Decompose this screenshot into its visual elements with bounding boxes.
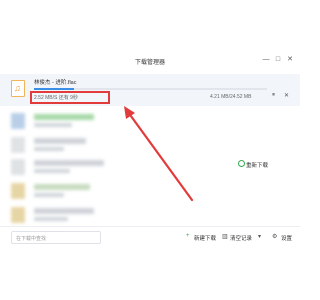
list-item[interactable]	[0, 202, 300, 228]
list-item[interactable]	[0, 108, 300, 134]
trash-icon[interactable]: ▥	[222, 233, 228, 240]
minimize-button[interactable]: —	[262, 56, 270, 64]
bottom-toolbar: 在下载中查找 + 新建下载 ▥ 清空记录 ▾ ⚙ 设置	[0, 226, 300, 248]
window-title: 下载管理器	[134, 60, 165, 66]
search-input[interactable]: 在下载中查找	[11, 231, 101, 244]
gear-icon[interactable]: ⚙	[272, 233, 277, 240]
clear-records-button[interactable]: 清空记录	[230, 234, 252, 242]
maximize-button[interactable]: □	[274, 56, 282, 64]
settings-button[interactable]: 设置	[281, 234, 292, 242]
download-manager-window: 下载管理器 — □ ✕ ♫ 林俊杰 - 进阶.flac 2.52 MB/S 还有…	[0, 0, 300, 300]
redownload-button[interactable]: 重新下载	[246, 161, 268, 169]
pause-icon[interactable]: ⏸	[272, 92, 275, 99]
list-item[interactable]	[0, 178, 300, 204]
download-filename: 林俊杰 - 进阶.flac	[34, 80, 77, 86]
music-file-icon: ♫	[11, 80, 25, 97]
search-placeholder: 在下载中查找	[16, 236, 47, 242]
download-size: 4.21 MB/24.52 MB	[210, 94, 252, 100]
new-download-button[interactable]: 新建下载	[194, 234, 216, 242]
plus-icon[interactable]: +	[186, 233, 190, 239]
dropdown-chevron-icon[interactable]: ▾	[258, 233, 261, 240]
close-button[interactable]: ✕	[286, 56, 294, 64]
progress-fill	[34, 88, 74, 90]
refresh-icon[interactable]	[238, 160, 245, 167]
annotation-highlight-box	[30, 91, 110, 104]
title-bar: 下载管理器 — □ ✕	[0, 50, 300, 72]
progress-bar	[34, 88, 267, 90]
cancel-download-icon[interactable]: ✕	[284, 92, 289, 99]
